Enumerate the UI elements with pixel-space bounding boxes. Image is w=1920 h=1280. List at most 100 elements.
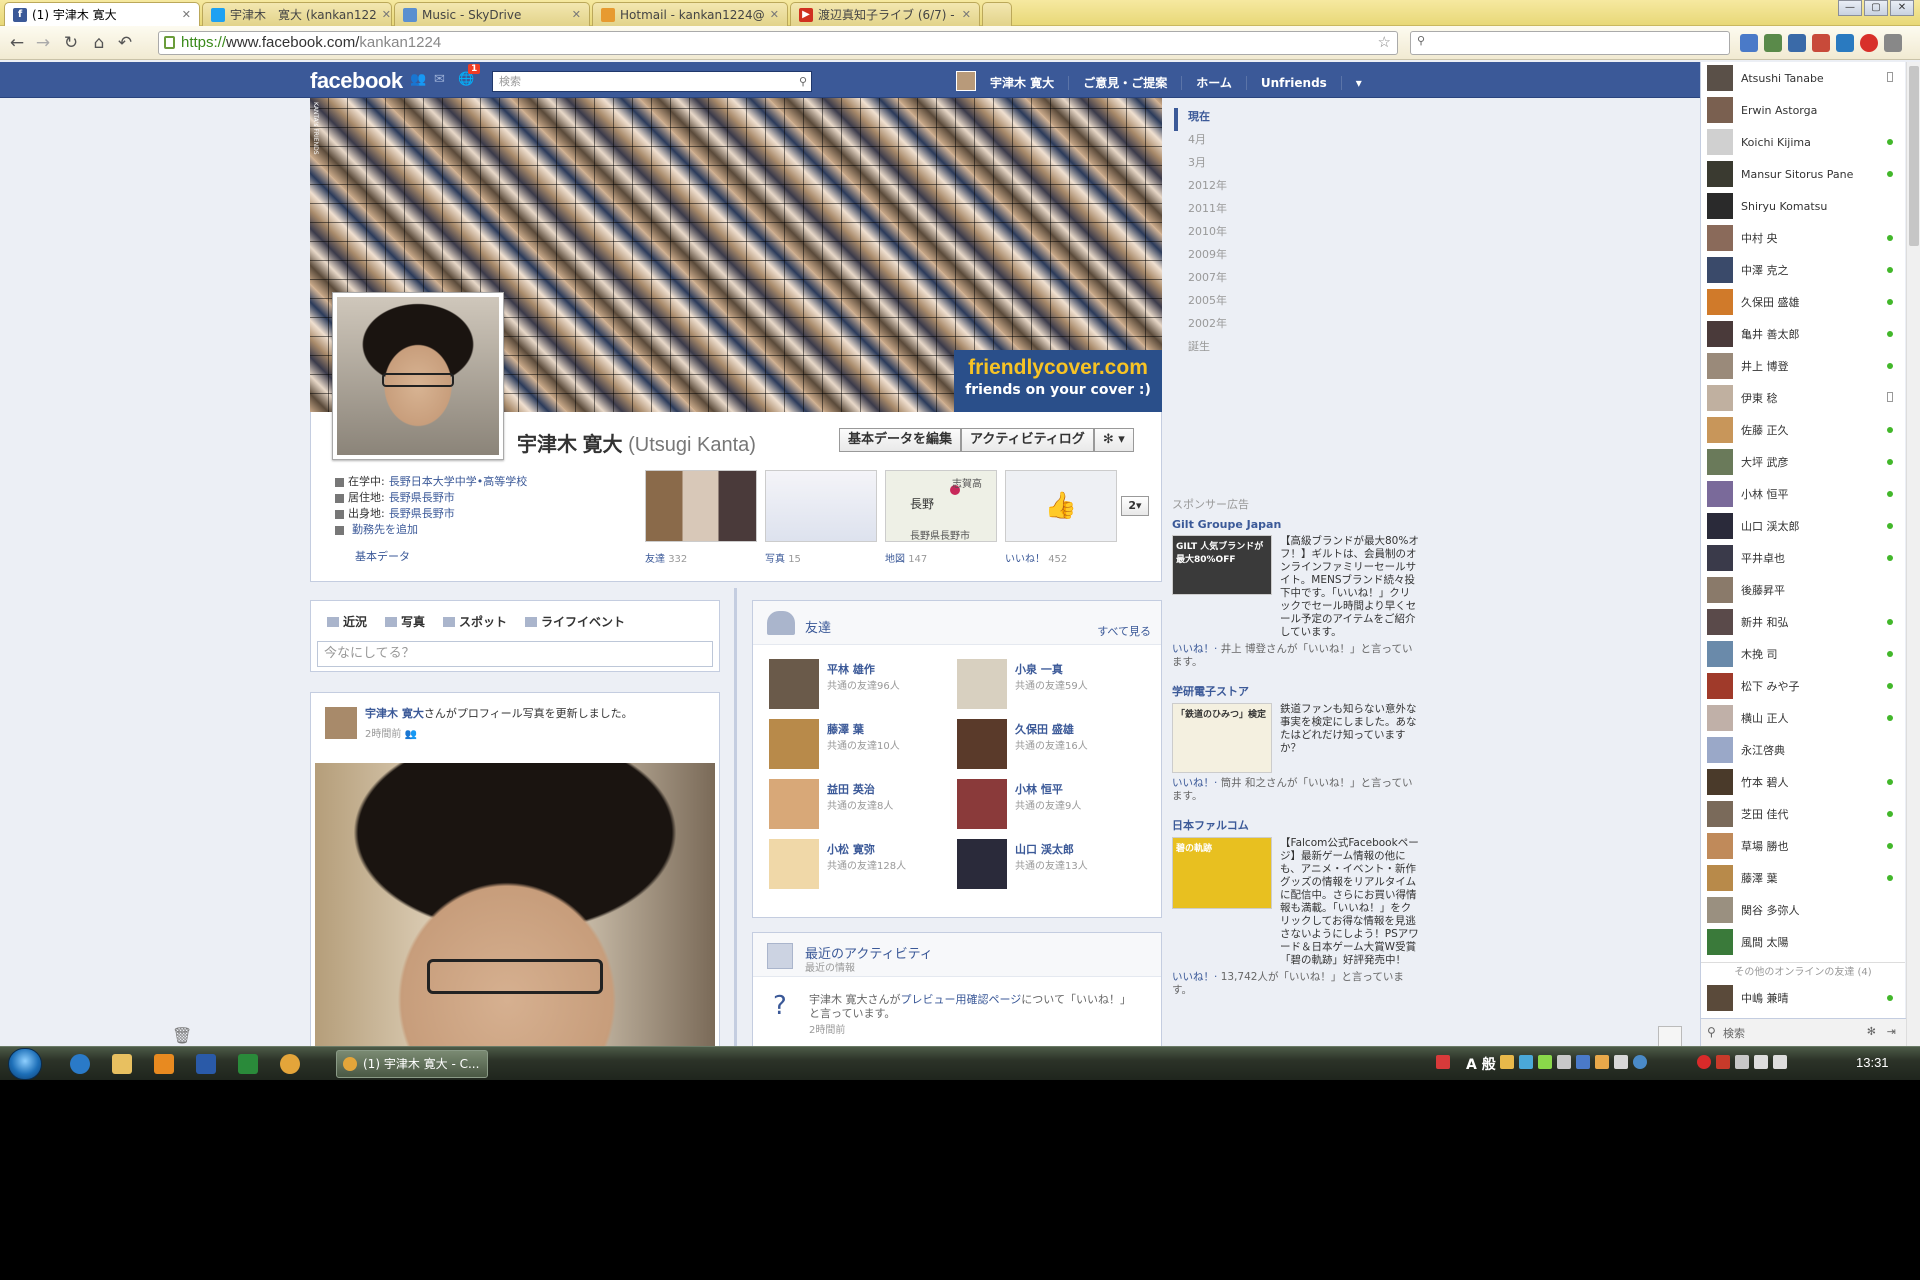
new-tab-button[interactable] [982,2,1012,26]
app-map[interactable]: 長野 志賀高 長野県長野市 地図 147 [885,470,997,565]
friend-name-link[interactable]: 小林 恒平 [1015,781,1081,797]
ie-icon[interactable] [70,1054,90,1074]
browser-tab-facebook[interactable]: f (1) 宇津木 寛大 ✕ [4,2,200,26]
nav-feedback[interactable]: ご意見・ご提案 [1083,74,1167,91]
maximize-button[interactable]: ▢ [1864,0,1888,16]
avatar[interactable] [325,707,357,739]
friend-requests-icon[interactable]: 👥 [410,72,426,88]
avatar[interactable] [769,659,819,709]
chat-search-input[interactable]: ⚲ 検索 ✻ ⇥ [1701,1018,1906,1046]
chat-friend-row[interactable]: 芝田 佳代 [1701,798,1905,830]
chat-friend-row[interactable]: 竹本 碧人 [1701,766,1905,798]
browser-tab-hotmail[interactable]: Hotmail - kankan1224@ ✕ [592,2,788,26]
chat-options-icon[interactable] [1658,1026,1682,1048]
chat-friend-row[interactable]: Atsushi Tanabe [1701,62,1905,94]
chat-friend-row[interactable]: 木挽 司 [1701,638,1905,670]
tray-icon[interactable] [1576,1055,1590,1069]
timeline-nav-item[interactable]: 2009年 [1174,246,1324,269]
activity-time[interactable]: 2時間前 [809,1024,1139,1038]
friend-name-link[interactable]: 小泉 一真 [1015,661,1088,677]
like-link[interactable]: いいね！· [1172,643,1221,655]
scrollbar-thumb[interactable] [1909,66,1919,246]
browser-tab-youtube[interactable]: ▶ 渡辺真知子ライブ (6/7) - ✕ [790,2,980,26]
tray-icon[interactable] [1614,1055,1628,1069]
chat-friend-row[interactable]: 大坪 武彦 [1701,446,1905,478]
home-icon[interactable]: ⌂ [88,32,110,54]
friend-item[interactable]: 山口 渓太郎 共通の友達13人 [957,839,1145,889]
facebook-logo[interactable]: facebook [310,68,403,94]
ad-image[interactable]: GILT 人気ブランドが最大80%OFF [1172,535,1272,595]
tray-icon[interactable] [1538,1055,1552,1069]
notifications-icon[interactable]: 🌐 1 [458,64,481,88]
bookmark-star-icon[interactable]: ☆ [1378,32,1391,54]
gear-icon[interactable]: ✻ [1867,1025,1876,1038]
story-photo[interactable] [315,763,715,1079]
audience-icon[interactable]: 👥 [405,729,417,740]
forward-arrow-icon[interactable]: → [32,32,54,54]
avatar[interactable] [769,779,819,829]
chat-friend-row[interactable]: 中嶋 兼晴 [1701,982,1905,1014]
chat-friend-row[interactable]: Mansur Sitorus Pane [1701,158,1905,190]
close-tab-icon[interactable]: ✕ [770,8,779,21]
chat-friend-row[interactable]: 井上 博登 [1701,350,1905,382]
timeline-nav-item[interactable]: 3月 [1174,154,1324,177]
chat-friend-row[interactable]: 久保田 盛雄 [1701,286,1905,318]
chat-friend-row[interactable]: 新井 和弘 [1701,606,1905,638]
timeline-nav-item[interactable]: 誕生 [1174,338,1324,361]
extension-icon[interactable] [1788,34,1806,52]
close-tab-icon[interactable]: ✕ [962,8,971,21]
close-window-button[interactable]: ✕ [1890,0,1914,16]
ad-text[interactable]: 【高級ブランドが最大80%オフ！】ギルトは、会員制のオンラインファミリーセールサ… [1280,535,1420,639]
ime-indicator[interactable]: A 般 [1466,1054,1496,1074]
friend-name-link[interactable]: 山口 渓太郎 [1015,841,1088,857]
friend-item[interactable]: 藤澤 葉共通の友達10人 [769,719,957,769]
friend-item[interactable]: 小松 寛弥 共通の友達128人 [769,839,957,889]
avatar[interactable] [957,719,1007,769]
chat-friend-row[interactable]: 風間 太陽 [1701,926,1905,958]
browser-search-box[interactable]: ⚲ [1410,31,1730,55]
chat-friend-row[interactable]: Erwin Astorga [1701,94,1905,126]
ad-text[interactable]: 鉄道ファンも知らない意外な事実を検定にしました。あなたはどれだけ知っていますか？ [1280,703,1420,773]
popout-icon[interactable]: ⇥ [1887,1025,1896,1038]
avatar[interactable] [957,839,1007,889]
tray-icon[interactable] [1500,1055,1514,1069]
timeline-nav-item[interactable]: 現在 [1174,108,1324,131]
info-value-link[interactable]: 長野日本大学中学•高等学校 [389,474,528,490]
extension-icon[interactable] [1836,34,1854,52]
chat-friend-row[interactable]: 後藤昇平 [1701,574,1905,606]
flag-icon[interactable] [1735,1055,1749,1069]
edit-profile-button[interactable]: 基本データを編集 [839,428,962,452]
ad-title[interactable]: 学研電子ストア [1172,683,1422,699]
timeline-nav-item[interactable]: 2005年 [1174,292,1324,315]
avatar[interactable] [956,71,976,91]
close-tab-icon[interactable]: ✕ [382,8,391,21]
excel-icon[interactable] [238,1054,258,1074]
app-friends[interactable]: 友達 332 [645,470,757,565]
url-bar[interactable]: https://www.facebook.com/kankan1224 ☆ [158,31,1398,55]
friend-item[interactable]: 小林 恒平 共通の友達9人 [957,779,1145,829]
friend-item[interactable]: 平林 雄作 共通の友達96人 [769,659,957,709]
info-value-link[interactable]: 長野県長野市 [389,506,455,522]
timeline-nav-item[interactable]: 2002年 [1174,315,1324,338]
tray-icon[interactable] [1557,1055,1571,1069]
back-arrow-icon[interactable]: ← [6,32,28,54]
cover-brand[interactable]: friendlycover.com friends on your cover … [954,350,1162,412]
ad-title[interactable]: Gilt Groupe Japan [1172,518,1422,531]
ad-image[interactable]: 碧の軌跡 [1172,837,1272,909]
friend-name-link[interactable]: 久保田 盛雄 [1015,721,1088,737]
extension-icon[interactable] [1740,34,1758,52]
chat-friend-row[interactable]: 松下 みや子 [1701,670,1905,702]
activity-log-button[interactable]: アクティビティログ [961,428,1094,452]
network-icon[interactable] [1754,1055,1768,1069]
facebook-search-input[interactable]: 検索 ⚲ [492,71,812,92]
help-icon[interactable] [1633,1055,1647,1069]
tray-icon[interactable] [1595,1055,1609,1069]
info-value-link[interactable]: 長野県長野市 [389,490,455,506]
tray-icon[interactable] [1697,1055,1711,1069]
start-button[interactable] [8,1048,42,1080]
ad-title[interactable]: 日本ファルコム [1172,817,1422,833]
friend-name-link[interactable]: 藤澤 葉 [827,721,900,737]
timeline-nav-item[interactable]: 2010年 [1174,223,1324,246]
timeline-nav-item[interactable]: 2011年 [1174,200,1324,223]
basic-data-link[interactable]: 基本データ [355,548,410,564]
